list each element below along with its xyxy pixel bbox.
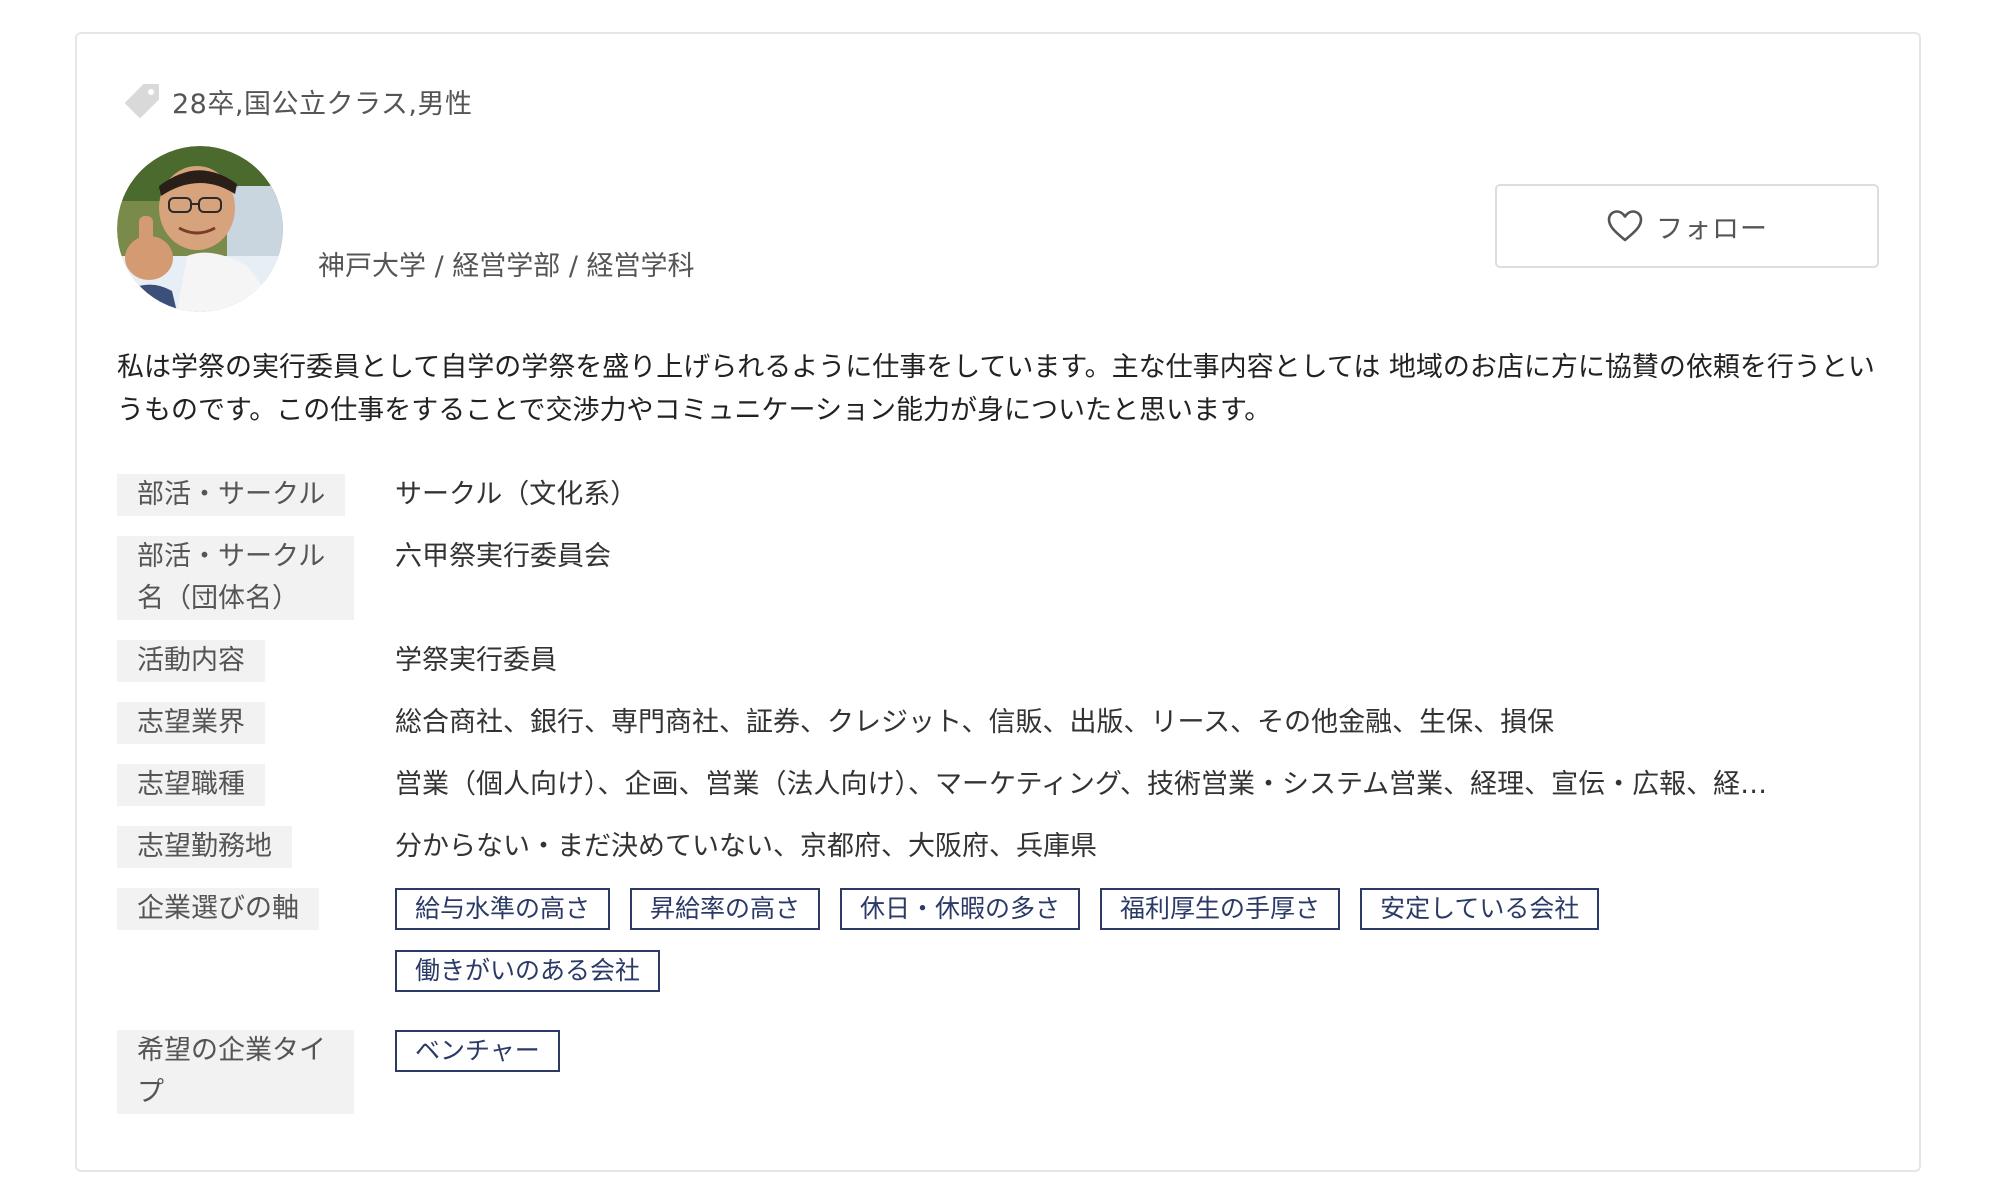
detail-row-industry: 志望業界 総合商社、銀行、専門商社、証券、クレジット、信販、出版、リース、その他… <box>117 702 1877 744</box>
detail-label: 志望業界 <box>117 702 265 744</box>
detail-row-club-name: 部活・サークル名（団体名） 六甲祭実行委員会 <box>117 536 1877 620</box>
detail-row-company-type: 希望の企業タイプ ベンチャー <box>117 1030 1877 1114</box>
profile-details: 部活・サークル サークル（文化系） 部活・サークル名（団体名） 六甲祭実行委員会… <box>117 474 1877 1134</box>
company-axis-chips: 給与水準の高さ 昇給率の高さ 休日・休暇の多さ 福利厚生の手厚さ 安定している会… <box>395 888 1875 992</box>
follow-button[interactable]: フォロー <box>1495 184 1879 268</box>
detail-label: 部活・サークル名（団体名） <box>117 536 354 620</box>
detail-row-club-type: 部活・サークル サークル（文化系） <box>117 474 1877 516</box>
avatar-image <box>117 146 283 312</box>
detail-label: 志望勤務地 <box>117 826 292 868</box>
avatar[interactable] <box>117 146 283 312</box>
chip[interactable]: ベンチャー <box>395 1030 560 1072</box>
chip[interactable]: 給与水準の高さ <box>395 888 611 930</box>
chip[interactable]: 安定している会社 <box>1360 888 1600 930</box>
detail-row-activity: 活動内容 学祭実行委員 <box>117 640 1877 682</box>
detail-row-job-type: 志望職種 営業（個人向け）、企画、営業（法人向け）、マーケティング、技術営業・シ… <box>117 764 1877 806</box>
chip[interactable]: 休日・休暇の多さ <box>840 888 1081 930</box>
university-info: 神戸大学 / 経営学部 / 経営学科 <box>318 251 695 282</box>
heart-icon <box>1607 210 1643 242</box>
detail-value: 六甲祭実行委員会 <box>395 541 611 572</box>
self-introduction: 私は学祭の実行委員として自学の学祭を盛り上げられるように仕事をしています。主な仕… <box>117 352 1875 426</box>
detail-label: 志望職種 <box>117 764 265 806</box>
profile-tag-row: 28卒,国公立クラス,男性 <box>122 76 472 126</box>
profile-card: 28卒,国公立クラス,男性 神戸大学 / 経営学部 / 経営学科 フォロー 私は… <box>75 32 1921 1172</box>
detail-label: 部活・サークル <box>117 474 346 516</box>
detail-label: 活動内容 <box>117 640 265 682</box>
detail-value: 学祭実行委員 <box>395 645 557 676</box>
detail-value: 営業（個人向け）、企画、営業（法人向け）、マーケティング、技術営業・システム営業… <box>395 769 1768 800</box>
detail-value: 総合商社、銀行、専門商社、証券、クレジット、信販、出版、リース、その他金融、生保… <box>395 707 1555 738</box>
detail-label: 希望の企業タイプ <box>117 1030 354 1114</box>
follow-label: フォロー <box>1656 213 1768 245</box>
chip[interactable]: 福利厚生の手厚さ <box>1100 888 1341 930</box>
company-type-chips: ベンチャー <box>395 1030 1875 1072</box>
detail-value: サークル（文化系） <box>395 479 638 510</box>
profile-tags: 28卒,国公立クラス,男性 <box>172 88 473 120</box>
chip[interactable]: 昇給率の高さ <box>630 888 821 930</box>
detail-value: 分からない・まだ決めていない、京都府、大阪府、兵庫県 <box>395 831 1097 862</box>
detail-row-location: 志望勤務地 分からない・まだ決めていない、京都府、大阪府、兵庫県 <box>117 826 1877 868</box>
chip[interactable]: 働きがいのある会社 <box>395 950 661 992</box>
detail-label: 企業選びの軸 <box>117 888 319 930</box>
detail-row-company-axis: 企業選びの軸 給与水準の高さ 昇給率の高さ 休日・休暇の多さ 福利厚生の手厚さ … <box>117 888 1877 1010</box>
tag-icon <box>125 84 159 118</box>
